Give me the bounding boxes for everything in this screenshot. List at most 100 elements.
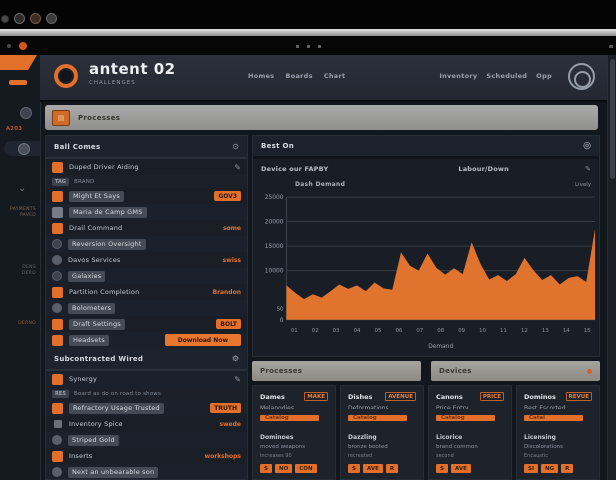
rail-menu-icon[interactable] <box>9 80 27 85</box>
list-item[interactable]: Synergy ✎ <box>46 371 247 387</box>
gray-item-icon <box>52 206 63 218</box>
card-chip-button[interactable]: SI <box>524 464 539 473</box>
list-item[interactable]: Galaxies <box>46 268 247 284</box>
rail-circle-icon[interactable] <box>20 107 32 119</box>
svg-text:14: 14 <box>563 328 570 334</box>
tab-processes[interactable]: Processes <box>252 361 421 381</box>
section-header: Ball Comes ⊙ <box>46 136 247 159</box>
pencil-icon[interactable]: ✎ <box>234 375 241 384</box>
items-list-panel: Ball Comes ⊙ Duped Driver Aiding ✎ TAG BRAND M… <box>45 135 248 480</box>
svg-text:05: 05 <box>375 328 382 334</box>
tab-favicon-icon[interactable] <box>14 13 25 24</box>
nav-item-chart[interactable]: Chart <box>324 72 346 80</box>
list-item[interactable]: Davos Services swiss <box>46 252 247 268</box>
list-item[interactable]: Headsets Download Now <box>46 332 247 348</box>
card-chip-button[interactable]: S <box>348 464 360 473</box>
tab-favicon-icon[interactable] <box>30 13 41 24</box>
target-icon[interactable]: ◎ <box>583 141 591 151</box>
tag-label: Board as do on road to shows <box>73 390 162 397</box>
grayDark-item-icon <box>52 271 62 281</box>
scrollbar-thumb[interactable] <box>610 59 615 179</box>
card-chip-button[interactable]: AVE <box>450 464 471 473</box>
svg-text:11: 11 <box>500 328 507 334</box>
scrollbar[interactable] <box>607 55 616 480</box>
search-bar[interactable]: ▤ Processes <box>45 105 598 130</box>
orange-item-icon <box>52 286 63 298</box>
stat-card[interactable]: Dames MAKE Melanodies Catalog Dominoes moved … <box>252 385 336 480</box>
menu-icon[interactable] <box>609 45 613 48</box>
grayDark-item-icon <box>52 239 62 249</box>
app-header: antent 02 CHALLENGES Homes Boards Chart … <box>40 55 608 102</box>
list-item[interactable]: Inventory Spice swede <box>46 416 247 432</box>
list-item[interactable]: Striped Gold <box>46 432 247 448</box>
card-action-button[interactable]: Catalog <box>348 414 407 421</box>
row-badge[interactable]: GOV3 <box>214 191 241 201</box>
header-nav: Homes Boards Chart <box>248 72 345 80</box>
list-item[interactable]: Reversion Oversight <box>46 236 247 252</box>
list-item[interactable]: Bolometers <box>46 300 247 316</box>
stat-card[interactable]: Canons PRICE Price Entry Catalog Licorice bra… <box>428 385 512 480</box>
card-chip-button[interactable]: S <box>436 464 448 473</box>
app-window: A203 ⌄ PAYMENTS PAVED DENS DERO DERNO an… <box>0 55 616 480</box>
nav-item-inventory[interactable]: Inventory <box>439 72 477 80</box>
list-item[interactable]: Partition Completion Brandon <box>46 284 247 300</box>
circle-icon[interactable]: ⊙ <box>232 142 239 151</box>
list-item[interactable]: Inserts workshops <box>46 448 247 464</box>
nav-item-scheduled[interactable]: Scheduled <box>486 72 527 80</box>
search-input[interactable]: Processes <box>78 114 120 122</box>
chart-sublabel-left[interactable]: Device our FAPBY <box>261 165 328 173</box>
nav-item-homes[interactable]: Homes <box>248 72 274 80</box>
nav-item-boards[interactable]: Boards <box>285 72 312 80</box>
url-text[interactable] <box>296 45 321 48</box>
card-action-button[interactable]: Catalog <box>436 414 495 421</box>
list-item[interactable]: Duped Driver Aiding ✎ <box>46 159 247 175</box>
row-badge[interactable]: Download Now <box>164 334 241 346</box>
list-item[interactable]: Refractory Usage Trusted TRUTH <box>46 400 247 416</box>
card-chip-button[interactable]: CON <box>295 464 317 473</box>
list-item[interactable]: Draft Settings BOLT <box>46 316 247 332</box>
gear-icon[interactable]: ⚙ <box>232 354 239 363</box>
stat-card[interactable]: Dishes AVENUE Deformations Catalog Dazzling b… <box>340 385 424 480</box>
card-top: Canons PRICE <box>436 392 504 401</box>
edit-icon[interactable]: ✎ <box>585 165 591 173</box>
user-avatar[interactable] <box>568 63 595 90</box>
stat-card[interactable]: Dominos REVUE Best Escorted Catal Licensing D… <box>516 385 600 480</box>
chart-sublabel-right[interactable]: Labour/Down <box>458 165 509 173</box>
chart-panel-header: Best On ◎ <box>253 136 599 159</box>
card-action-button[interactable]: Catal <box>524 414 583 421</box>
chevron-down-icon[interactable]: ⌄ <box>18 183 26 194</box>
back-icon[interactable] <box>7 44 11 48</box>
card-info-line: brand common <box>436 444 478 450</box>
list-item[interactable]: Drail Command some <box>46 220 247 236</box>
grayCircle-item-icon <box>52 467 62 477</box>
list-item-label: Maria de Camp GMS <box>69 206 147 218</box>
list-item-label: Duped Driver Aiding <box>69 163 139 171</box>
card-chip-button[interactable]: AVE <box>362 464 383 473</box>
row-badge[interactable]: BOLT <box>216 319 241 329</box>
tab-favicon-icon[interactable] <box>1 14 9 23</box>
card-title: Dishes <box>348 392 373 401</box>
card-badge: MAKE <box>304 392 328 401</box>
stat-cards-row: Dames MAKE Melanodies Catalog Dominoes moved … <box>252 385 600 480</box>
card-top: Dishes AVENUE <box>348 392 416 401</box>
list-item[interactable]: Maria de Camp GMS <box>46 204 247 220</box>
pencil-icon[interactable]: ✎ <box>234 163 241 172</box>
address-bar-row <box>0 36 616 55</box>
card-info-line: Discolorations <box>524 444 563 450</box>
card-chip-button[interactable]: NO <box>274 464 293 473</box>
rail-item-row[interactable] <box>4 141 40 156</box>
card-chip-button[interactable]: S <box>260 464 272 473</box>
card-action-button[interactable]: Catalog <box>260 414 319 421</box>
list-item[interactable]: Next an unbearable son <box>46 464 247 479</box>
row-badge[interactable]: TRUTH <box>210 403 241 413</box>
tab-favicon-icon[interactable] <box>46 13 57 24</box>
tab-devices[interactable]: Devices <box>431 361 600 381</box>
main-column: antent 02 CHALLENGES Homes Boards Chart … <box>40 55 608 480</box>
card-chip-button[interactable]: R <box>385 464 399 473</box>
list-item-label: Inserts <box>69 452 93 460</box>
card-chip-button[interactable]: NG <box>541 464 559 473</box>
card-chip-button[interactable]: R <box>561 464 574 473</box>
nav-item-opp[interactable]: Opp <box>536 72 552 80</box>
rail-active-item[interactable] <box>0 55 37 70</box>
list-item[interactable]: Might Et Says GOV3 <box>46 188 247 204</box>
